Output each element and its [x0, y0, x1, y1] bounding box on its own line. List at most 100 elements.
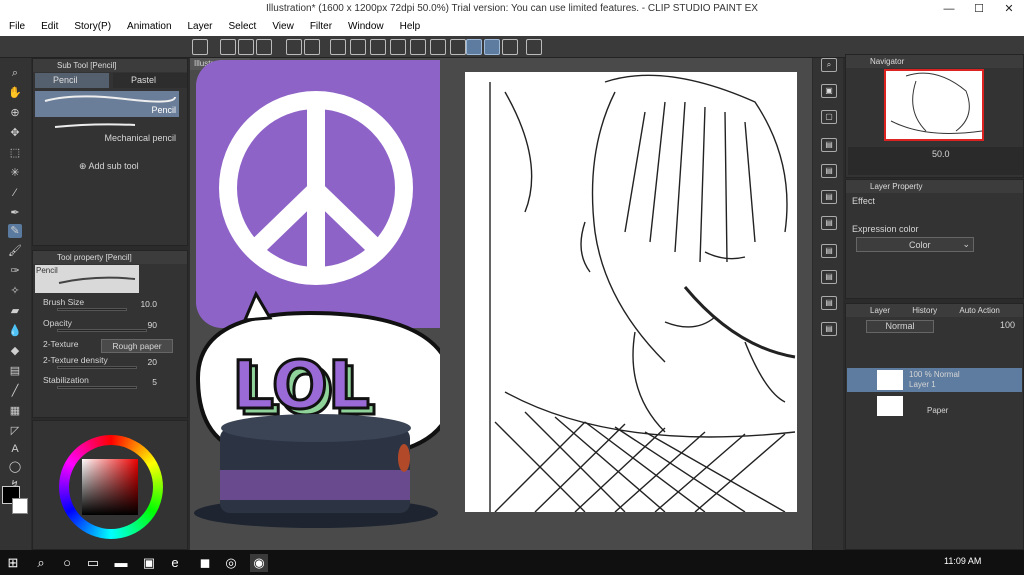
texture-density-row[interactable]: 2-Texture density 20 — [43, 355, 179, 371]
brush-icon[interactable]: 🖌 — [8, 244, 22, 258]
clip-studio-icon[interactable]: ◉ — [250, 554, 268, 572]
close-button[interactable]: ✕ — [994, 0, 1024, 18]
brush-pencil[interactable]: Pencil — [35, 91, 179, 117]
task-view-icon[interactable]: ▭ — [84, 554, 102, 572]
cortana-icon[interactable]: ○ — [58, 554, 76, 572]
stabilization-value[interactable]: 5 — [152, 377, 157, 387]
operation-icon[interactable]: ⊕ — [8, 106, 22, 120]
menu-layer[interactable]: Layer — [179, 18, 220, 32]
layer-icon-2[interactable]: ▤ — [821, 164, 837, 178]
invert-icon[interactable] — [430, 39, 446, 55]
blend-mode-select[interactable]: Normal — [866, 320, 934, 333]
layer-row-1[interactable]: 100 % Normal Layer 1 — [847, 368, 1022, 392]
tab-auto-action[interactable]: Auto Action — [959, 306, 999, 315]
clear-icon[interactable] — [350, 39, 366, 55]
add-sub-tool[interactable]: ⊕ Add sub tool — [79, 161, 139, 172]
stabilization-bar[interactable] — [57, 386, 137, 389]
tab-pencil[interactable]: Pencil — [35, 73, 109, 88]
texture-density-bar[interactable] — [57, 366, 137, 369]
tab-history[interactable]: History — [912, 306, 937, 315]
menu-filter[interactable]: Filter — [301, 18, 339, 32]
layer-icon-3[interactable]: ▤ — [821, 190, 837, 204]
tab-pastel[interactable]: Pastel — [113, 73, 187, 88]
snap-special-icon[interactable] — [484, 39, 500, 55]
save-icon[interactable] — [256, 39, 272, 55]
maximize-button[interactable]: ☐ — [964, 0, 994, 18]
minimize-button[interactable]: — — [934, 0, 964, 18]
clock[interactable]: 11:09 AM — [944, 556, 981, 566]
eraser-icon[interactable]: ▰ — [8, 304, 22, 318]
navigator-preview[interactable] — [884, 69, 984, 141]
help-icon[interactable] — [526, 39, 542, 55]
snap-grid-icon[interactable] — [502, 39, 518, 55]
brush-size-row[interactable]: Brush Size 10.0 — [43, 297, 179, 313]
layer-icon-8[interactable]: ▤ — [821, 322, 837, 336]
figure-icon[interactable]: ╱ — [8, 384, 22, 398]
menu-animation[interactable]: Animation — [118, 18, 178, 32]
copy-icon[interactable]: ▢ — [821, 110, 837, 124]
layer-icon-7[interactable]: ▤ — [821, 296, 837, 310]
zoom-value[interactable]: 50.0 — [932, 149, 950, 159]
app-icon-1[interactable]: ◼ — [196, 554, 214, 572]
saturation-square[interactable] — [82, 459, 138, 515]
pencil-icon[interactable]: ✎ — [8, 224, 22, 238]
snap-ruler-icon[interactable] — [466, 39, 482, 55]
opacity-value[interactable]: 90 — [148, 320, 157, 330]
loading-icon[interactable] — [330, 39, 346, 55]
opacity-row[interactable]: Opacity 90 — [43, 318, 179, 334]
layer-icon-4[interactable]: ▤ — [821, 216, 837, 230]
brush-size-value[interactable]: 10.0 — [140, 299, 157, 309]
text-icon[interactable]: A — [8, 442, 22, 456]
layer-icon-1[interactable]: ▤ — [821, 138, 837, 152]
eyedropper-icon[interactable]: ⁄ — [8, 186, 22, 200]
selection-icon[interactable]: ⬚ — [8, 146, 22, 160]
blend-icon[interactable]: 💧 — [8, 324, 22, 338]
brush-mechanical[interactable]: Mechanical pencil — [35, 119, 179, 145]
frame-icon[interactable]: ▦ — [8, 404, 22, 418]
store-icon[interactable]: ▣ — [140, 554, 158, 572]
navigator-tab[interactable]: Navigator — [846, 55, 1023, 68]
sub-color-swatch[interactable] — [12, 498, 28, 514]
explorer-icon[interactable]: ▬ — [112, 554, 130, 572]
menu-help[interactable]: Help — [391, 18, 428, 32]
menu-edit[interactable]: Edit — [32, 18, 65, 32]
opacity-bar[interactable] — [57, 329, 147, 332]
layer-opacity-value[interactable]: 100 — [1000, 320, 1015, 330]
zoom-icon[interactable]: ⌕ — [8, 66, 22, 80]
edge-icon[interactable]: e — [166, 554, 184, 572]
stabilization-row[interactable]: Stabilization 5 — [43, 375, 179, 391]
fill-tool-icon[interactable]: ◆ — [8, 344, 22, 358]
layer-row-2[interactable]: Paper — [847, 394, 1022, 418]
texture-density-value[interactable]: 20 — [148, 357, 157, 367]
layer-icon-6[interactable]: ▤ — [821, 270, 837, 284]
select-icon[interactable] — [450, 39, 466, 55]
search-icon[interactable]: ⌕ — [821, 58, 837, 72]
tab-layer[interactable]: Layer — [870, 306, 890, 315]
search-icon[interactable]: ⌕ — [32, 554, 50, 572]
windows-start-icon[interactable]: ⊞ — [4, 554, 22, 572]
new-file-icon[interactable] — [220, 39, 236, 55]
texture-row[interactable]: 2-Texture Rough paper — [43, 339, 179, 355]
menu-file[interactable]: File — [0, 18, 32, 32]
menu-select[interactable]: Select — [220, 18, 264, 32]
layer-icon-5[interactable]: ▤ — [821, 244, 837, 258]
decoration-icon[interactable]: ✧ — [8, 284, 22, 298]
texture-value[interactable]: Rough paper — [101, 339, 173, 353]
home-icon[interactable] — [192, 39, 208, 55]
fill-icon[interactable] — [370, 39, 386, 55]
airbrush-icon[interactable]: ✑ — [8, 264, 22, 278]
app-icon-2[interactable]: ◎ — [222, 554, 240, 572]
expression-color-select[interactable]: Color ⌄ — [856, 237, 974, 252]
undo-icon[interactable] — [286, 39, 302, 55]
deselect-icon[interactable] — [410, 39, 426, 55]
move-icon[interactable]: ✥ — [8, 126, 22, 140]
brush-size-bar[interactable] — [57, 308, 127, 311]
hand-icon[interactable]: ✋ — [8, 86, 22, 100]
menu-view[interactable]: View — [263, 18, 301, 32]
balloon-icon[interactable]: ◯ — [8, 460, 22, 474]
material-icon[interactable]: ▣ — [821, 84, 837, 98]
open-icon[interactable] — [238, 39, 254, 55]
drawing-canvas[interactable] — [465, 72, 797, 512]
auto-select-icon[interactable]: ✳ — [8, 166, 22, 180]
menu-window[interactable]: Window — [339, 18, 391, 32]
